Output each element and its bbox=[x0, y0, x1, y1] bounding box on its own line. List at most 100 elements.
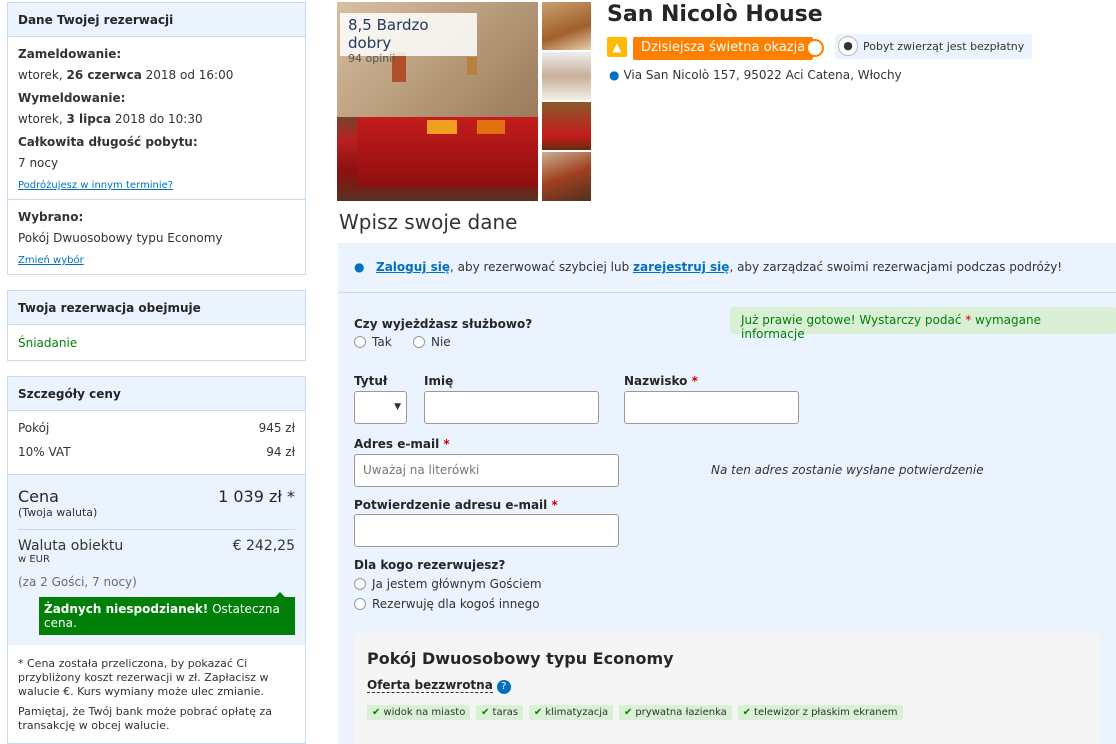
login-mid: , aby rezerwować szybciej lub bbox=[449, 260, 634, 274]
lastname-text: Nazwisko bbox=[624, 374, 688, 388]
other-guest-label: Rezerwuję dla kogoś innego bbox=[372, 597, 540, 611]
section-title: Wpisz swoje dane bbox=[339, 210, 518, 234]
room-price-label: Pokój bbox=[18, 421, 50, 435]
total-sub: (Twoja waluta) bbox=[18, 506, 98, 519]
price-row-vat: 10% VAT 94 zł bbox=[18, 440, 295, 464]
title-select[interactable]: ▼ bbox=[354, 391, 407, 424]
checkin-value: wtorek, 26 czerwca 2018 od 16:00 bbox=[18, 68, 295, 82]
required-star: * bbox=[551, 498, 558, 512]
business-label: Czy wyjeżdżasz służbowo? bbox=[354, 317, 533, 331]
login-bar: ● Zaloguj się, aby rezerwować szybciej lu… bbox=[338, 243, 1116, 293]
amenity-label: prywatna łazienka bbox=[635, 707, 727, 718]
ready-text: Już prawie gotowe! Wystarczy podać bbox=[741, 313, 966, 327]
review-score-box: 8,5 Bardzo dobry 94 opinii bbox=[340, 13, 477, 65]
email-label: Adres e-mail * bbox=[354, 437, 450, 451]
room-card: Pokój Dwuosobowy typu Economy Oferta bez… bbox=[354, 633, 1100, 744]
check-icon: ✔ bbox=[623, 707, 633, 718]
email-confirm-label: Potwierdzenie adresu e-mail * bbox=[354, 498, 558, 512]
price-breakdown: Pokój 945 zł 10% VAT 94 zł bbox=[8, 411, 305, 475]
hotel-thumbnail[interactable] bbox=[542, 52, 591, 100]
change-selection-link[interactable]: Zmień wybór bbox=[18, 255, 84, 266]
amenity-tag: ✔ taras bbox=[476, 705, 524, 720]
room-title: Pokój Dwuosobowy typu Economy bbox=[367, 649, 674, 668]
checkin-day: wtorek, bbox=[18, 68, 67, 82]
register-link[interactable]: zarejestruj się bbox=[633, 260, 729, 274]
other-dates-link[interactable]: Podróżujesz w innym terminie? bbox=[18, 180, 173, 191]
business-no-radio[interactable]: Nie bbox=[413, 335, 451, 349]
checkout-rest: 2018 do 10:30 bbox=[111, 112, 203, 126]
currency-note-2: Pamiętaj, że Twój bank może pobrać opłat… bbox=[18, 705, 272, 732]
deal-badge: Dzisiejsza świetna okazja bbox=[633, 37, 814, 60]
deal-info-icon[interactable] bbox=[806, 39, 824, 57]
check-icon: ✔ bbox=[372, 707, 381, 718]
email-hint: Na ten adres zostanie wysłane potwierdze… bbox=[711, 463, 984, 477]
thumbs-up-icon: ▲ bbox=[607, 37, 627, 57]
property-currency-row: Waluta obiektu € 242,25 bbox=[18, 538, 295, 554]
price-row-room: Pokój 945 zł bbox=[18, 416, 295, 440]
email-confirm-input[interactable] bbox=[354, 514, 619, 547]
selection-section: Wybrano: Pokój Dwuosobowy typu Economy Z… bbox=[8, 200, 305, 274]
photo-pillow bbox=[427, 120, 457, 134]
main-guest-radio[interactable]: Ja jestem głównym Gościem bbox=[354, 577, 542, 591]
property-currency-value: € 242,25 bbox=[232, 538, 295, 554]
business-yes-radio[interactable]: Tak bbox=[354, 335, 392, 349]
selected-label: Wybrano: bbox=[18, 210, 84, 224]
reservation-panel-title: Dane Twojej rezerwacji bbox=[8, 3, 305, 37]
other-guest-radio[interactable]: Rezerwuję dla kogoś innego bbox=[354, 597, 540, 611]
property-currency-sub: w EUR bbox=[18, 554, 50, 565]
radio-circle bbox=[354, 598, 366, 610]
lastname-input[interactable] bbox=[624, 391, 799, 424]
review-count: 94 opinii bbox=[348, 52, 396, 65]
checkin-label: Zameldowanie: bbox=[18, 47, 122, 61]
hotel-thumbnail[interactable] bbox=[542, 152, 591, 201]
badge-bold: Żadnych niespodzianek! bbox=[44, 602, 209, 616]
login-end: , aby zarządzać swoimi rezerwacjami podc… bbox=[729, 260, 1063, 274]
review-score: 8,5 Bardzo dobry bbox=[348, 16, 429, 52]
email-input[interactable]: Uważaj na literówki bbox=[354, 454, 619, 487]
currency-note-1: * Cena została przeliczona, by pokazać C… bbox=[18, 657, 269, 698]
price-panel: Szczegóły ceny Pokój 945 zł 10% VAT 94 z… bbox=[7, 376, 306, 744]
pets-text: Pobyt zwierząt jest bezpłatny bbox=[863, 40, 1025, 53]
required-star: * bbox=[443, 437, 450, 451]
hotel-thumbnail[interactable] bbox=[542, 2, 591, 50]
room-amenities: ✔ widok na miasto ✔ taras ✔ klimatyzacja ✔ p… bbox=[367, 704, 1087, 720]
guests-note: (za 2 Gości, 7 nocy) bbox=[18, 575, 137, 589]
amenity-label: widok na miasto bbox=[383, 707, 466, 718]
check-icon: ✔ bbox=[481, 707, 490, 718]
address-text: Via San Nicolò 157, 95022 Aci Catena, Wł… bbox=[623, 68, 902, 82]
vat-label: 10% VAT bbox=[18, 445, 71, 459]
no-label: Nie bbox=[431, 335, 451, 349]
includes-panel: Twoja rezerwacja obejmuje Śniadanie bbox=[7, 290, 306, 361]
total-label: Cena bbox=[18, 487, 59, 506]
amenity-tag: ✔ klimatyzacja bbox=[528, 705, 614, 720]
total-value: 1 039 zł * bbox=[218, 487, 295, 506]
hotel-thumbnail[interactable] bbox=[542, 102, 591, 150]
amenity-tag: ✔ prywatna łazienka bbox=[618, 705, 732, 720]
vat-value: 94 zł bbox=[266, 445, 295, 459]
for-whom-label: Dla kogo rezerwujesz? bbox=[354, 558, 506, 572]
amenity-tag: ✔ widok na miasto bbox=[367, 705, 471, 720]
total-price-box: Cena 1 039 zł * (Twoja waluta) Waluta ob… bbox=[8, 475, 305, 645]
selected-value: Pokój Dwuosobowy typu Economy bbox=[18, 231, 223, 245]
login-link[interactable]: Zaloguj się bbox=[376, 260, 450, 274]
room-price-value: 945 zł bbox=[258, 421, 295, 435]
no-surprises-badge: Żadnych niespodzianek! Ostateczna cena. bbox=[39, 592, 295, 635]
guest-details-form: ● Zaloguj się, aby rezerwować szybciej lu… bbox=[338, 243, 1116, 744]
stay-dates-section: Zameldowanie: wtorek, 26 czerwca 2018 od… bbox=[8, 37, 305, 200]
price-divider bbox=[18, 529, 295, 530]
hotel-address: ● Via San Nicolò 157, 95022 Aci Catena, W… bbox=[609, 68, 902, 82]
radio-circle bbox=[413, 336, 425, 348]
lastname-label: Nazwisko * bbox=[624, 374, 698, 388]
amenity-label: taras bbox=[492, 707, 519, 718]
radio-circle bbox=[354, 336, 366, 348]
check-icon: ✔ bbox=[742, 707, 752, 718]
firstname-input[interactable] bbox=[424, 391, 599, 424]
radio-circle bbox=[354, 578, 366, 590]
length-value: 7 nocy bbox=[18, 156, 59, 170]
map-pin-icon: ● bbox=[609, 68, 620, 82]
help-icon[interactable]: ? bbox=[496, 680, 511, 694]
checkout-value: wtorek, 3 lipca 2018 do 10:30 bbox=[18, 112, 295, 126]
yes-label: Tak bbox=[372, 335, 392, 349]
offer-label[interactable]: Oferta bezzwrotna bbox=[367, 678, 493, 693]
includes-panel-title: Twoja rezerwacja obejmuje bbox=[8, 291, 305, 325]
